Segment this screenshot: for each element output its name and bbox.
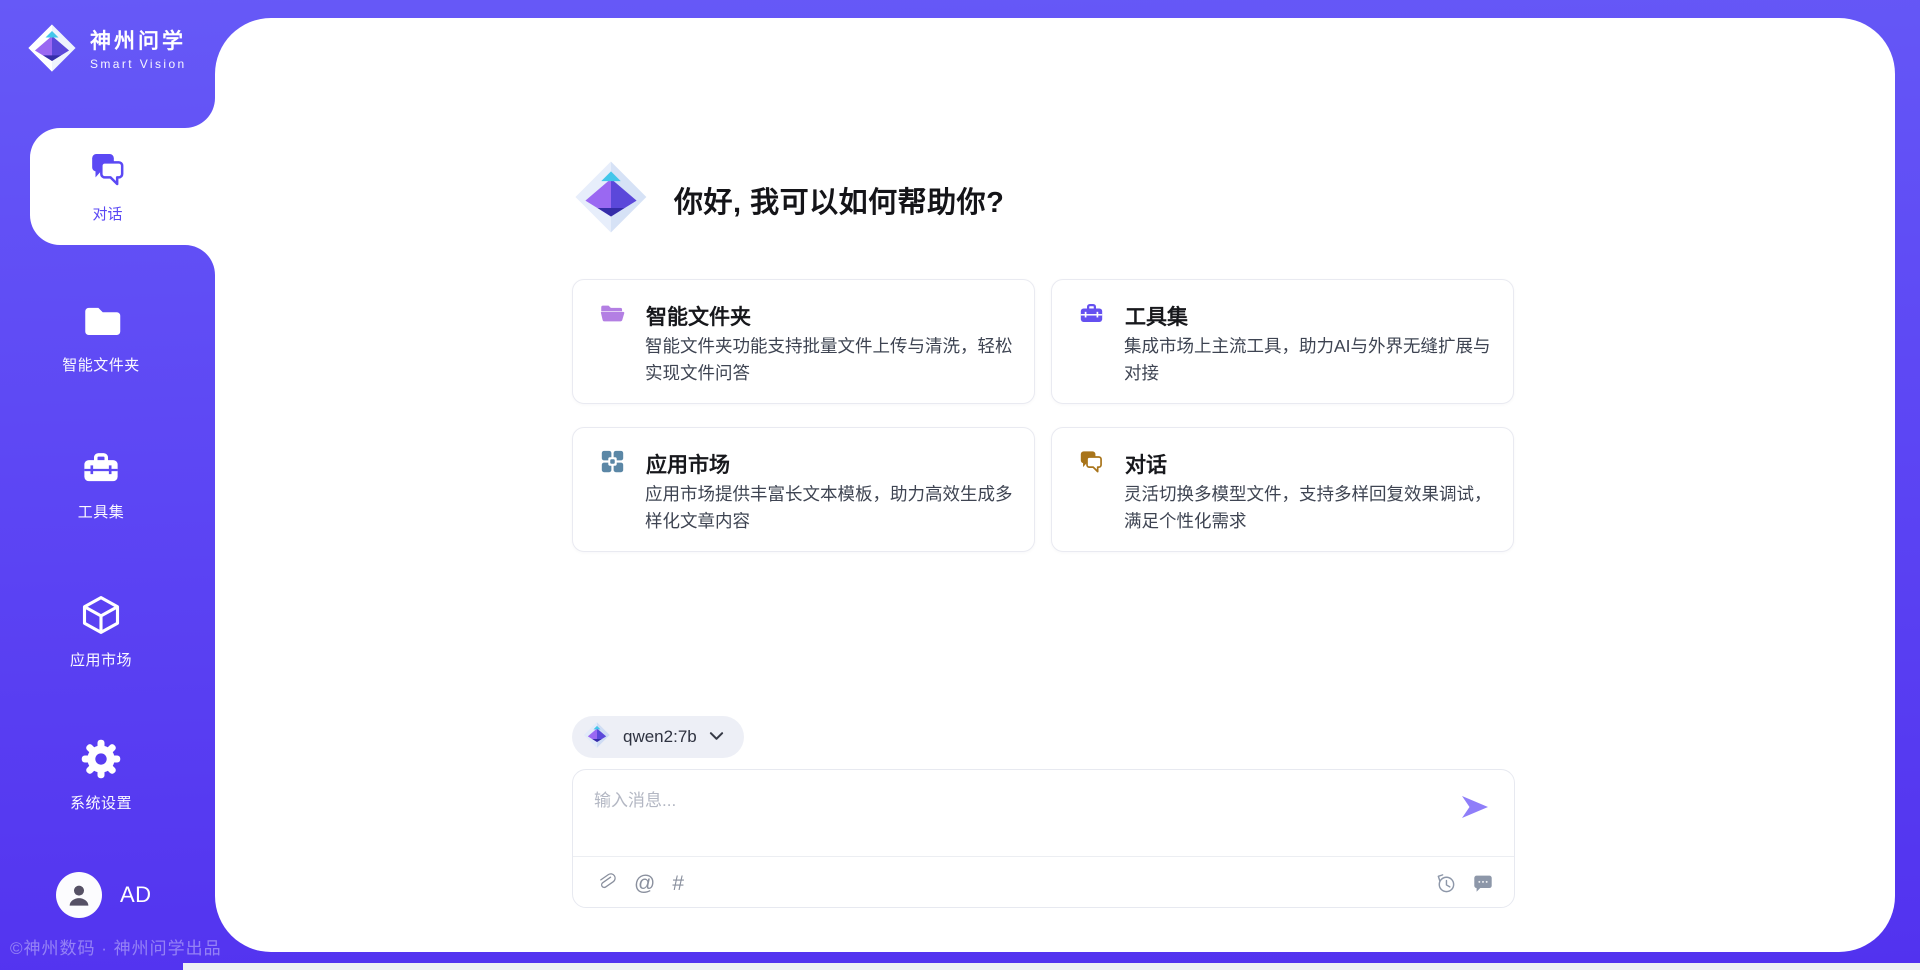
brand: 神州问学 Smart Vision [26,22,187,79]
card-app-market[interactable]: 应用市场 应用市场提供丰富长文本模板，助力高效生成多样化文章内容 [572,427,1035,552]
composer-toolbar-left: @ # [595,867,684,899]
bottom-edge-strip [183,963,1920,970]
card-title: 应用市场 [646,449,730,479]
card-description: 智能文件夹功能支持批量文件上传与清洗，轻松实现文件问答 [645,333,1016,387]
hashtag-icon[interactable]: # [672,873,684,894]
sidebar-item-label: 系统设置 [70,792,132,813]
toolbox-icon [1078,300,1105,332]
card-title: 对话 [1125,449,1167,479]
avatar [56,872,102,918]
brand-gem-icon [26,22,78,79]
model-gem-icon [583,721,611,754]
user-initials: AD [120,882,152,908]
copyright-footer: ©神州数码 · 神州问学出品 [10,934,222,959]
chat-icon [1078,448,1105,480]
mention-icon[interactable]: @ [634,873,655,894]
comment-icon[interactable] [1472,872,1494,894]
card-title: 智能文件夹 [646,301,751,331]
paperclip-icon[interactable] [595,872,617,894]
sidebar-item-smart-folder[interactable]: 智能文件夹 [0,300,202,375]
card-smart-folder[interactable]: 智能文件夹 智能文件夹功能支持批量文件上传与清洗，轻松实现文件问答 [572,279,1035,404]
sidebar-item-label: 对话 [92,203,122,224]
sidebar-item-label: 应用市场 [70,649,132,670]
grid-icon [599,448,626,480]
sidebar-item-label: 工具集 [78,501,125,522]
toolbox-icon [80,447,122,494]
cube-icon [79,593,123,642]
card-description: 灵活切换多模型文件，支持多样回复效果调试，满足个性化需求 [1124,481,1495,535]
feature-cards: 智能文件夹 智能文件夹功能支持批量文件上传与清洗，轻松实现文件问答 工具集 集成… [572,279,1515,552]
sidebar-item-settings[interactable]: 系统设置 [0,738,202,813]
sidebar-item-label: 智能文件夹 [62,354,140,375]
chevron-down-icon [709,728,724,746]
greeting-gem-icon [572,158,650,241]
brand-subtitle: Smart Vision [90,57,187,71]
sidebar: 神州问学 Smart Vision 对话 智能文件夹 [0,0,215,970]
model-selector[interactable]: qwen2:7b [572,716,744,758]
card-description: 集成市场上主流工具，助力AI与外界无缝扩展与对接 [1124,333,1495,387]
card-title: 工具集 [1125,301,1188,331]
message-input[interactable] [594,786,1434,848]
composer-toolbar-right [1434,867,1494,899]
history-icon[interactable] [1434,872,1457,895]
greeting-text: 你好, 我可以如何帮助你? [674,179,1004,221]
model-name: qwen2:7b [623,727,697,747]
card-description: 应用市场提供丰富长文本模板，助力高效生成多样化文章内容 [645,481,1016,535]
sidebar-item-toolset[interactable]: 工具集 [0,447,202,522]
card-toolset[interactable]: 工具集 集成市场上主流工具，助力AI与外界无缝扩展与对接 [1051,279,1514,404]
sidebar-item-chat[interactable]: 对话 [30,98,215,275]
message-composer: @ # [572,769,1515,908]
main-panel: 你好, 我可以如何帮助你? 智能文件夹 智能文件夹功能支持批量文件上传与清洗，轻… [215,18,1895,952]
gear-icon [80,738,122,785]
folder-icon [80,300,122,347]
composer-divider [573,856,1514,857]
folder-open-icon [599,300,626,332]
greeting: 你好, 我可以如何帮助你? [572,158,1004,241]
sidebar-item-app-market[interactable]: 应用市场 [0,593,202,670]
user-profile[interactable]: AD [56,872,152,918]
chat-icon [88,149,128,194]
card-chat[interactable]: 对话 灵活切换多模型文件，支持多样回复效果调试，满足个性化需求 [1051,427,1514,552]
brand-name: 神州问学 [90,30,187,54]
send-icon[interactable] [1460,794,1490,820]
